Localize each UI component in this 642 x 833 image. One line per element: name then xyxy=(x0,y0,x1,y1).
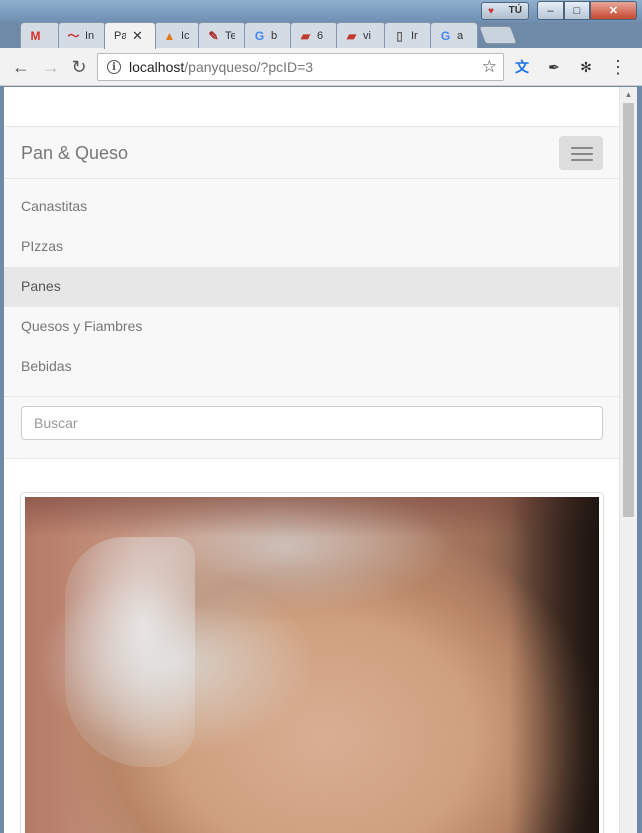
product-image xyxy=(25,497,599,833)
window-frame-edge xyxy=(637,87,642,833)
back-button[interactable]: ← xyxy=(10,56,32,78)
page-viewport: Pan & Queso Canastitas PIzzas Panes Ques… xyxy=(4,87,619,833)
hamburger-icon xyxy=(571,159,593,161)
navbar-toggle-button[interactable] xyxy=(559,136,603,170)
tab-title: a xyxy=(457,29,464,42)
tab-0[interactable]: M xyxy=(20,22,60,48)
tab-title: vi xyxy=(363,29,371,42)
scroll-up-arrow-icon[interactable]: ▲ xyxy=(620,87,637,101)
nav-item-pizzas[interactable]: PIzzas xyxy=(4,227,619,267)
tab-1[interactable]: 〜 In xyxy=(58,22,106,48)
tab-9[interactable]: G a xyxy=(430,22,478,48)
tab-title: Ir xyxy=(411,29,418,42)
google-icon: G xyxy=(440,28,451,43)
tab-title: Pa xyxy=(114,30,126,42)
nav-item-canastitas[interactable]: Canastitas xyxy=(4,187,619,227)
scrollbar-thumb[interactable] xyxy=(623,103,634,517)
profile-label: TÚ xyxy=(508,5,522,16)
tab-8[interactable]: ▯ Ir xyxy=(384,22,432,48)
hamburger-icon xyxy=(571,147,593,149)
address-bar[interactable]: i localhost/panyqueso/?pcID=3 ☆ xyxy=(97,53,504,81)
browser-menu-icon[interactable]: ⋮ xyxy=(608,57,628,77)
tab-strip: M 〜 In Pa ✕ ▲ Ic ✎ Te G b ▰ 6 ▰ vi ▯ Ir … xyxy=(0,18,642,49)
tab-title: In xyxy=(85,29,95,42)
wave-icon: 〜 xyxy=(67,29,80,43)
site-navbar: Pan & Queso Canastitas PIzzas Panes Ques… xyxy=(4,126,619,459)
product-thumbnail[interactable] xyxy=(20,492,604,833)
nav-item-quesos-y-fiambres[interactable]: Quesos y Fiambres xyxy=(4,307,619,347)
tab-active[interactable]: Pa ✕ xyxy=(104,22,156,49)
tab-title: b xyxy=(271,29,278,42)
forward-button[interactable]: → xyxy=(40,56,62,78)
tab-title: Te xyxy=(225,29,235,42)
nav-item-bebidas[interactable]: Bebidas xyxy=(4,347,619,387)
pma-icon: ▲ xyxy=(163,28,176,43)
profile-icon: ♥ xyxy=(488,6,494,17)
book-icon: ▰ xyxy=(300,28,311,43)
tab-title: Ic xyxy=(181,29,190,42)
browser-toolbar: ← → ↻ i localhost/panyqueso/?pcID=3 ☆ 文 … xyxy=(0,48,642,86)
tab-5[interactable]: G b xyxy=(244,22,292,48)
image-shading xyxy=(509,497,599,833)
gmail-icon: M xyxy=(30,28,41,43)
book-icon: ▰ xyxy=(346,28,357,43)
close-tab-icon[interactable]: ✕ xyxy=(132,28,143,44)
tab-6[interactable]: ▰ 6 xyxy=(290,22,338,48)
tab-7[interactable]: ▰ vi xyxy=(336,22,386,48)
url-host: localhost xyxy=(129,59,185,75)
tab-title: 6 xyxy=(317,29,324,42)
page-scrollbar[interactable]: ▲ xyxy=(619,87,637,833)
tab-3[interactable]: ▲ Ic xyxy=(154,22,200,48)
search-input[interactable] xyxy=(21,406,603,440)
hamburger-icon xyxy=(571,153,593,155)
url-path: /panyqueso/?pcID=3 xyxy=(184,59,314,75)
document-icon: ▯ xyxy=(396,28,403,43)
extension-icon[interactable]: ✻ xyxy=(576,57,596,77)
google-icon: G xyxy=(254,28,265,43)
navbar-divider xyxy=(4,178,619,179)
translate-icon[interactable]: 文 xyxy=(512,57,532,77)
site-brand[interactable]: Pan & Queso xyxy=(21,143,128,164)
bookmark-star-icon[interactable]: ☆ xyxy=(482,57,497,77)
tab-4[interactable]: ✎ Te xyxy=(198,22,246,48)
image-highlight xyxy=(65,537,195,767)
reload-button[interactable]: ↻ xyxy=(68,56,90,78)
translator-icon: ✎ xyxy=(208,28,219,43)
info-icon[interactable]: i xyxy=(107,60,121,74)
new-tab-button[interactable] xyxy=(478,26,518,44)
eyedropper-icon[interactable]: ✒ xyxy=(544,57,564,77)
navbar-form-divider xyxy=(4,396,619,397)
url-text: localhost/panyqueso/?pcID=3 xyxy=(129,59,313,75)
nav-item-panes[interactable]: Panes xyxy=(4,267,619,307)
